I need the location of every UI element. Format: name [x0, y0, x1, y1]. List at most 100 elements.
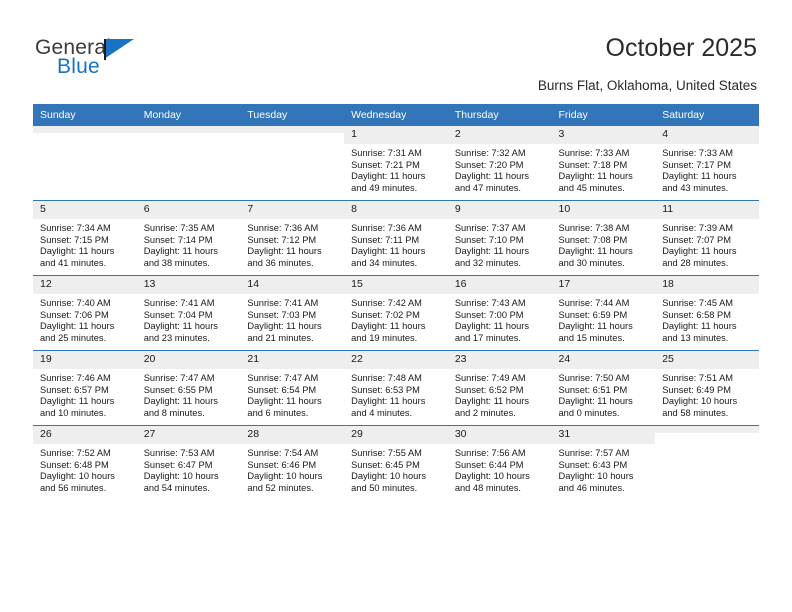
sunset-time: Sunset: 7:00 PM	[454, 309, 524, 320]
calendar-day-cell[interactable]: 2 Sunrise: 7:32 AM Sunset: 7:20 PM Daylight…	[447, 126, 552, 201]
calendar-day-cell[interactable]: 21 Sunrise: 7:47 AM Sunset: 6:54 PM Dayligh…	[240, 350, 345, 426]
sunrise-time: Sunrise: 7:34 AM	[40, 223, 111, 233]
sunrise-time: Sunrise: 7:49 AM	[454, 373, 526, 383]
daylight-duration-line2: and 21 minutes.	[247, 332, 314, 343]
calendar-day-cell[interactable]: 4 Sunrise: 7:33 AM Sunset: 7:17 PM Daylight…	[655, 126, 759, 201]
day-details: Sunrise: 7:37 AM Sunset: 7:10 PM Daylight:…	[448, 219, 552, 269]
day-number: 20	[136, 351, 241, 369]
sunset-time: Sunset: 7:12 PM	[247, 234, 317, 245]
day-number: 26	[33, 426, 137, 444]
calendar-day-cell-empty	[240, 126, 345, 201]
daylight-duration-line1: Daylight: 11 hours	[558, 171, 633, 182]
day-details: Sunrise: 7:44 AM Sunset: 6:59 PM Daylight:…	[552, 294, 656, 344]
daylight-duration-line2: and 50 minutes.	[351, 482, 418, 493]
daylight-duration-line2: and 13 minutes.	[662, 332, 729, 343]
sunrise-time: Sunrise: 7:36 AM	[247, 223, 319, 233]
sunset-time: Sunset: 6:58 PM	[662, 309, 731, 320]
sunset-time: Sunset: 6:49 PM	[662, 384, 731, 395]
calendar-day-cell[interactable]: 29 Sunrise: 7:55 AM Sunset: 6:45 PM Dayligh…	[344, 425, 448, 500]
day-details: Sunrise: 7:52 AM Sunset: 6:48 PM Daylight:…	[33, 444, 137, 494]
calendar-day-cell-empty	[136, 126, 241, 201]
day-details: Sunrise: 7:38 AM Sunset: 7:08 PM Daylight:…	[552, 219, 656, 269]
calendar-day-cell[interactable]: 23 Sunrise: 7:49 AM Sunset: 6:52 PM Dayligh…	[447, 350, 552, 426]
daylight-duration-line2: and 8 minutes.	[143, 407, 205, 418]
calendar-day-cell[interactable]: 10 Sunrise: 7:38 AM Sunset: 7:08 PM Dayligh…	[551, 200, 656, 276]
calendar-day-cell[interactable]: 1 Sunrise: 7:31 AM Sunset: 7:21 PM Daylight…	[344, 126, 448, 201]
brand-name-blue: Blue	[57, 55, 100, 78]
sunrise-time: Sunrise: 7:56 AM	[454, 448, 526, 458]
daylight-duration-line2: and 23 minutes.	[143, 332, 210, 343]
calendar-day-cell[interactable]: 11 Sunrise: 7:39 AM Sunset: 7:07 PM Dayligh…	[655, 200, 759, 276]
day-details: Sunrise: 7:56 AM Sunset: 6:44 PM Daylight:…	[448, 444, 552, 494]
calendar-day-cell[interactable]: 17 Sunrise: 7:44 AM Sunset: 6:59 PM Dayligh…	[551, 275, 656, 351]
calendar-day-cell[interactable]: 27 Sunrise: 7:53 AM Sunset: 6:47 PM Dayligh…	[136, 425, 241, 500]
daylight-duration-line1: Daylight: 10 hours	[558, 471, 634, 482]
calendar-day-cell[interactable]: 25 Sunrise: 7:51 AM Sunset: 6:49 PM Dayligh…	[655, 350, 759, 426]
column-header-saturday: Saturday	[655, 104, 759, 126]
calendar-day-cell[interactable]: 12 Sunrise: 7:40 AM Sunset: 7:06 PM Dayligh…	[33, 275, 137, 351]
day-number: 9	[447, 201, 552, 219]
page-title: October 2025	[605, 34, 758, 62]
daylight-duration-line1: Daylight: 11 hours	[351, 396, 426, 407]
calendar-day-cell[interactable]: 31 Sunrise: 7:57 AM Sunset: 6:43 PM Dayligh…	[551, 425, 656, 500]
calendar-day-cell[interactable]: 28 Sunrise: 7:54 AM Sunset: 6:46 PM Dayligh…	[240, 425, 345, 500]
sunset-time: Sunset: 7:07 PM	[662, 234, 731, 245]
daylight-duration-line1: Daylight: 11 hours	[247, 396, 322, 407]
daylight-duration-line2: and 30 minutes.	[558, 257, 625, 268]
day-details: Sunrise: 7:46 AM Sunset: 6:57 PM Daylight:…	[33, 369, 137, 419]
daylight-duration-line1: Daylight: 11 hours	[662, 246, 737, 257]
calendar-day-cell[interactable]: 9 Sunrise: 7:37 AM Sunset: 7:10 PM Daylight…	[447, 200, 552, 276]
calendar-day-cell[interactable]: 5 Sunrise: 7:34 AM Sunset: 7:15 PM Daylight…	[33, 200, 137, 276]
calendar-day-cell[interactable]: 7 Sunrise: 7:36 AM Sunset: 7:12 PM Daylight…	[240, 200, 345, 276]
calendar-day-cell[interactable]: 18 Sunrise: 7:45 AM Sunset: 6:58 PM Dayligh…	[655, 275, 759, 351]
calendar-day-cell[interactable]: 19 Sunrise: 7:46 AM Sunset: 6:57 PM Dayligh…	[33, 350, 137, 426]
calendar-day-cell-empty	[33, 126, 137, 201]
day-details: Sunrise: 7:57 AM Sunset: 6:43 PM Daylight:…	[552, 444, 656, 494]
calendar-day-cell[interactable]: 13 Sunrise: 7:41 AM Sunset: 7:04 PM Dayligh…	[136, 275, 241, 351]
day-number: 16	[447, 276, 552, 294]
day-number: 31	[551, 426, 656, 444]
day-number: 15	[344, 276, 448, 294]
day-details: Sunrise: 7:47 AM Sunset: 6:55 PM Daylight:…	[137, 369, 241, 419]
sunrise-time: Sunrise: 7:35 AM	[143, 223, 215, 233]
calendar-week-row: 19 Sunrise: 7:46 AM Sunset: 6:57 PM Dayligh…	[33, 350, 759, 426]
sunset-time: Sunset: 6:47 PM	[143, 459, 213, 470]
daylight-duration-line1: Daylight: 11 hours	[454, 321, 530, 332]
calendar-day-cell[interactable]: 30 Sunrise: 7:56 AM Sunset: 6:44 PM Dayligh…	[447, 425, 552, 500]
calendar-day-cell[interactable]: 8 Sunrise: 7:36 AM Sunset: 7:11 PM Daylight…	[344, 200, 448, 276]
daylight-duration-line1: Daylight: 11 hours	[351, 246, 426, 257]
calendar-day-cell[interactable]: 6 Sunrise: 7:35 AM Sunset: 7:14 PM Daylight…	[136, 200, 241, 276]
day-details: Sunrise: 7:54 AM Sunset: 6:46 PM Daylight:…	[240, 444, 344, 494]
daylight-duration-line2: and 46 minutes.	[558, 482, 625, 493]
calendar-day-cell[interactable]: 26 Sunrise: 7:52 AM Sunset: 6:48 PM Dayligh…	[33, 425, 137, 500]
sunset-time: Sunset: 7:11 PM	[351, 234, 420, 245]
day-number: 1	[344, 126, 448, 144]
calendar-day-cell[interactable]: 14 Sunrise: 7:41 AM Sunset: 7:03 PM Dayligh…	[240, 275, 345, 351]
daylight-duration-line2: and 36 minutes.	[247, 257, 314, 268]
day-details: Sunrise: 7:34 AM Sunset: 7:15 PM Daylight:…	[33, 219, 137, 269]
brand-logo[interactable]: General Blue	[35, 36, 205, 88]
calendar-day-cell[interactable]: 24 Sunrise: 7:50 AM Sunset: 6:51 PM Dayligh…	[551, 350, 656, 426]
sunrise-time: Sunrise: 7:45 AM	[662, 298, 734, 308]
sunrise-time: Sunrise: 7:53 AM	[143, 448, 215, 458]
sunrise-time: Sunrise: 7:54 AM	[247, 448, 319, 458]
day-details: Sunrise: 7:33 AM Sunset: 7:17 PM Daylight:…	[655, 144, 759, 194]
calendar-day-cell[interactable]: 20 Sunrise: 7:47 AM Sunset: 6:55 PM Dayligh…	[136, 350, 241, 426]
day-details: Sunrise: 7:48 AM Sunset: 6:53 PM Daylight:…	[344, 369, 448, 419]
day-number: 3	[551, 126, 656, 144]
calendar-day-cell[interactable]: 15 Sunrise: 7:42 AM Sunset: 7:02 PM Dayligh…	[344, 275, 448, 351]
daylight-duration-line1: Daylight: 11 hours	[454, 171, 530, 182]
day-number: 23	[447, 351, 552, 369]
daylight-duration-line1: Daylight: 11 hours	[247, 246, 322, 257]
calendar-day-cell[interactable]: 22 Sunrise: 7:48 AM Sunset: 6:53 PM Dayligh…	[344, 350, 448, 426]
sunrise-time: Sunrise: 7:47 AM	[143, 373, 215, 383]
day-details: Sunrise: 7:33 AM Sunset: 7:18 PM Daylight:…	[552, 144, 656, 194]
weekday-header-row: Sunday Monday Tuesday Wednesday Thursday…	[33, 104, 759, 126]
calendar-day-cell[interactable]: 16 Sunrise: 7:43 AM Sunset: 7:00 PM Dayligh…	[447, 275, 552, 351]
daylight-duration-line1: Daylight: 11 hours	[558, 246, 633, 257]
calendar-day-cell[interactable]: 3 Sunrise: 7:33 AM Sunset: 7:18 PM Daylight…	[551, 126, 656, 201]
daylight-duration-line2: and 28 minutes.	[662, 257, 729, 268]
column-header-wednesday: Wednesday	[344, 104, 448, 126]
sunset-time: Sunset: 6:54 PM	[247, 384, 317, 395]
daylight-duration-line2: and 32 minutes.	[454, 257, 521, 268]
